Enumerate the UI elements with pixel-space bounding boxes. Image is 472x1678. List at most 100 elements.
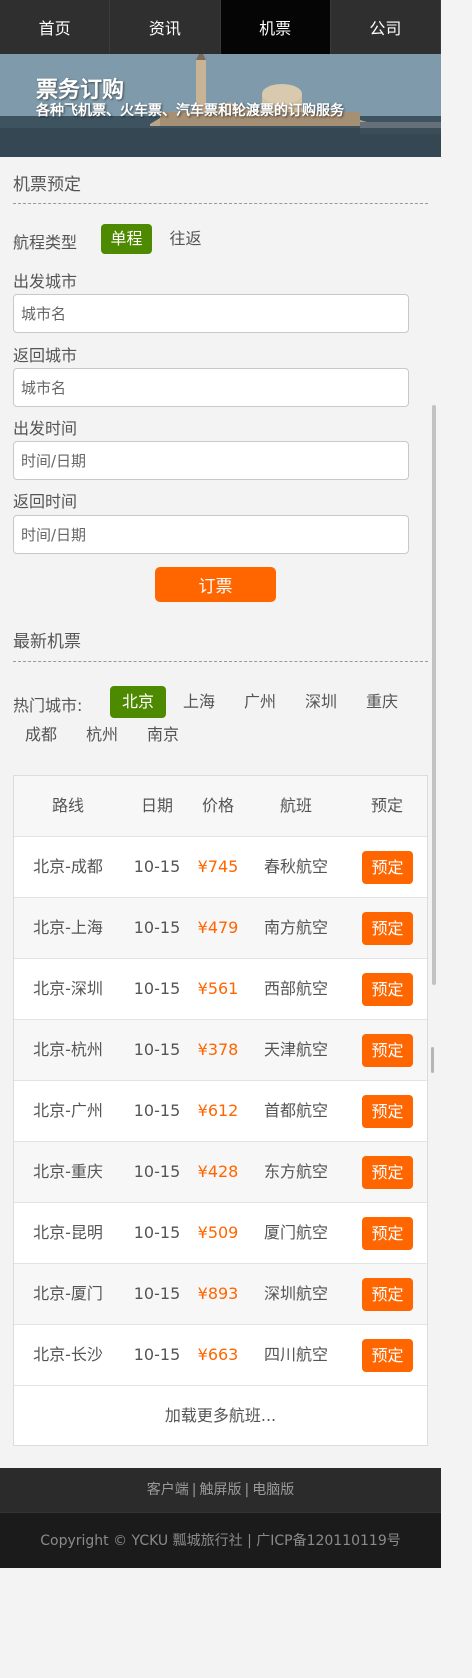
table-row: 北京-深圳 10-15 ¥561 西部航空 预定 [14,959,427,1020]
price-cell: ¥612 [197,1101,239,1120]
footer-link-desktop[interactable]: 电脑版 [252,1482,294,1498]
airline-cell: 东方航空 [263,1162,328,1181]
city-chengdu[interactable]: 成都 [13,719,69,751]
book-button[interactable]: 预定 [362,1339,413,1372]
return-city-label: 返回城市 [13,346,78,365]
table-row: 北京-长沙 10-15 ¥663 四川航空 预定 [14,1325,427,1386]
banner-subtitle: 各种飞机票、火车票、汽车票和轮渡票的订购服务 [36,103,344,119]
book-button[interactable]: 预定 [362,1156,413,1189]
column-header-price: 价格 [201,796,234,815]
table-header: 路线 日期 价格 航班 预定 [14,776,427,837]
table-row: 北京-上海 10-15 ¥479 南方航空 预定 [14,898,427,959]
flights-table: 路线 日期 价格 航班 预定 北京-成都 10-15 ¥745 春秋航空 预定 北京-上海… [13,775,428,1446]
divider [13,203,428,204]
airline-cell: 西部航空 [263,979,328,998]
route-cell: 北京-厦门 [33,1284,103,1303]
table-row: 北京-广州 10-15 ¥612 首都航空 预定 [14,1081,427,1142]
load-more-link[interactable]: 加载更多航班... [14,1386,427,1445]
price-cell: ¥893 [197,1284,239,1303]
date-cell: 10-15 [133,1101,181,1120]
hot-cities-label: 热门城市: [13,696,83,715]
date-cell: 10-15 [133,1162,181,1181]
footer-links: 客户端 | 触屏版 | 电脑版 [0,1468,441,1512]
date-cell: 10-15 [133,1284,181,1303]
city-guangzhou[interactable]: 广州 [232,686,288,718]
airline-cell: 深圳航空 [263,1284,328,1303]
city-shanghai[interactable]: 上海 [171,686,227,718]
city-hangzhou[interactable]: 杭州 [74,719,130,751]
route-cell: 北京-重庆 [33,1162,103,1181]
city-beijing[interactable]: 北京 [110,686,166,718]
nav-item-home[interactable]: 首页 [0,0,111,54]
scrollbar-thumb[interactable] [431,1047,434,1073]
column-header-book: 预定 [370,796,403,815]
departure-time-input[interactable] [13,441,409,480]
nav-item-flights[interactable]: 机票 [220,0,331,54]
book-button[interactable]: 预定 [362,1217,413,1250]
departure-city-input[interactable] [13,294,409,333]
column-header-date: 日期 [140,796,173,815]
column-header-airline: 航班 [279,796,312,815]
route-cell: 北京-杭州 [33,1040,103,1059]
date-cell: 10-15 [133,1223,181,1242]
booking-section-title: 机票预定 [13,175,81,195]
return-time-input[interactable] [13,515,409,554]
date-cell: 10-15 [133,857,181,876]
book-button[interactable]: 预定 [362,973,413,1006]
footer-link-client[interactable]: 客户端 [147,1482,189,1498]
book-button[interactable]: 预定 [362,1278,413,1311]
city-nanjing[interactable]: 南京 [135,719,191,751]
airline-cell: 春秋航空 [263,857,328,876]
trip-one-way-button[interactable]: 单程 [101,224,152,254]
price-cell: ¥745 [197,857,239,876]
book-button[interactable]: 预定 [362,912,413,945]
price-cell: ¥561 [197,979,239,998]
price-cell: ¥378 [197,1040,239,1059]
book-ticket-button[interactable]: 订票 [155,567,276,602]
date-cell: 10-15 [133,918,181,937]
route-cell: 北京-昆明 [33,1223,103,1242]
divider [13,661,428,662]
latest-section-title: 最新机票 [13,632,81,652]
date-cell: 10-15 [133,979,181,998]
table-row: 北京-成都 10-15 ¥745 春秋航空 预定 [14,837,427,898]
trip-round-button[interactable]: 往返 [160,224,211,254]
price-cell: ¥479 [197,918,239,937]
nav-item-news[interactable]: 资讯 [110,0,221,54]
route-cell: 北京-广州 [33,1101,103,1120]
column-header-route: 路线 [51,796,84,815]
nav-item-company[interactable]: 公司 [331,0,441,54]
price-cell: ¥509 [197,1223,239,1242]
table-row: 北京-厦门 10-15 ¥893 深圳航空 预定 [14,1264,427,1325]
route-cell: 北京-长沙 [33,1345,103,1364]
book-button[interactable]: 预定 [362,1034,413,1067]
airline-cell: 南方航空 [263,918,328,937]
banner: 票务订购 各种飞机票、火车票、汽车票和轮渡票的订购服务 [0,54,441,157]
date-cell: 10-15 [133,1345,181,1364]
return-time-label: 返回时间 [13,492,78,511]
route-cell: 北京-成都 [33,857,103,876]
footer-separator: | [191,1482,197,1498]
table-row: 北京-重庆 10-15 ¥428 东方航空 预定 [14,1142,427,1203]
table-row: 北京-昆明 10-15 ¥509 厦门航空 预定 [14,1203,427,1264]
footer-copyright: Copyright © YCKU 瓢城旅行社 | 广ICP备120110119号 [0,1512,441,1568]
scrollbar[interactable] [432,405,436,985]
departure-time-label: 出发时间 [13,419,78,438]
airline-cell: 天津航空 [263,1040,328,1059]
footer-separator: | [244,1482,250,1498]
airline-cell: 四川航空 [263,1345,328,1364]
route-cell: 北京-深圳 [33,979,103,998]
price-cell: ¥663 [197,1345,239,1364]
city-shenzhen[interactable]: 深圳 [293,686,349,718]
route-cell: 北京-上海 [33,918,103,937]
book-button[interactable]: 预定 [362,851,413,884]
city-chongqing[interactable]: 重庆 [354,686,410,718]
book-button[interactable]: 预定 [362,1095,413,1128]
airline-cell: 首都航空 [263,1101,328,1120]
airline-cell: 厦门航空 [263,1223,328,1242]
return-city-input[interactable] [13,368,409,407]
footer-link-touch[interactable]: 触屏版 [200,1482,242,1498]
price-cell: ¥428 [197,1162,239,1181]
departure-city-label: 出发城市 [13,272,78,291]
top-nav: 首页 资讯 机票 公司 [0,0,441,54]
